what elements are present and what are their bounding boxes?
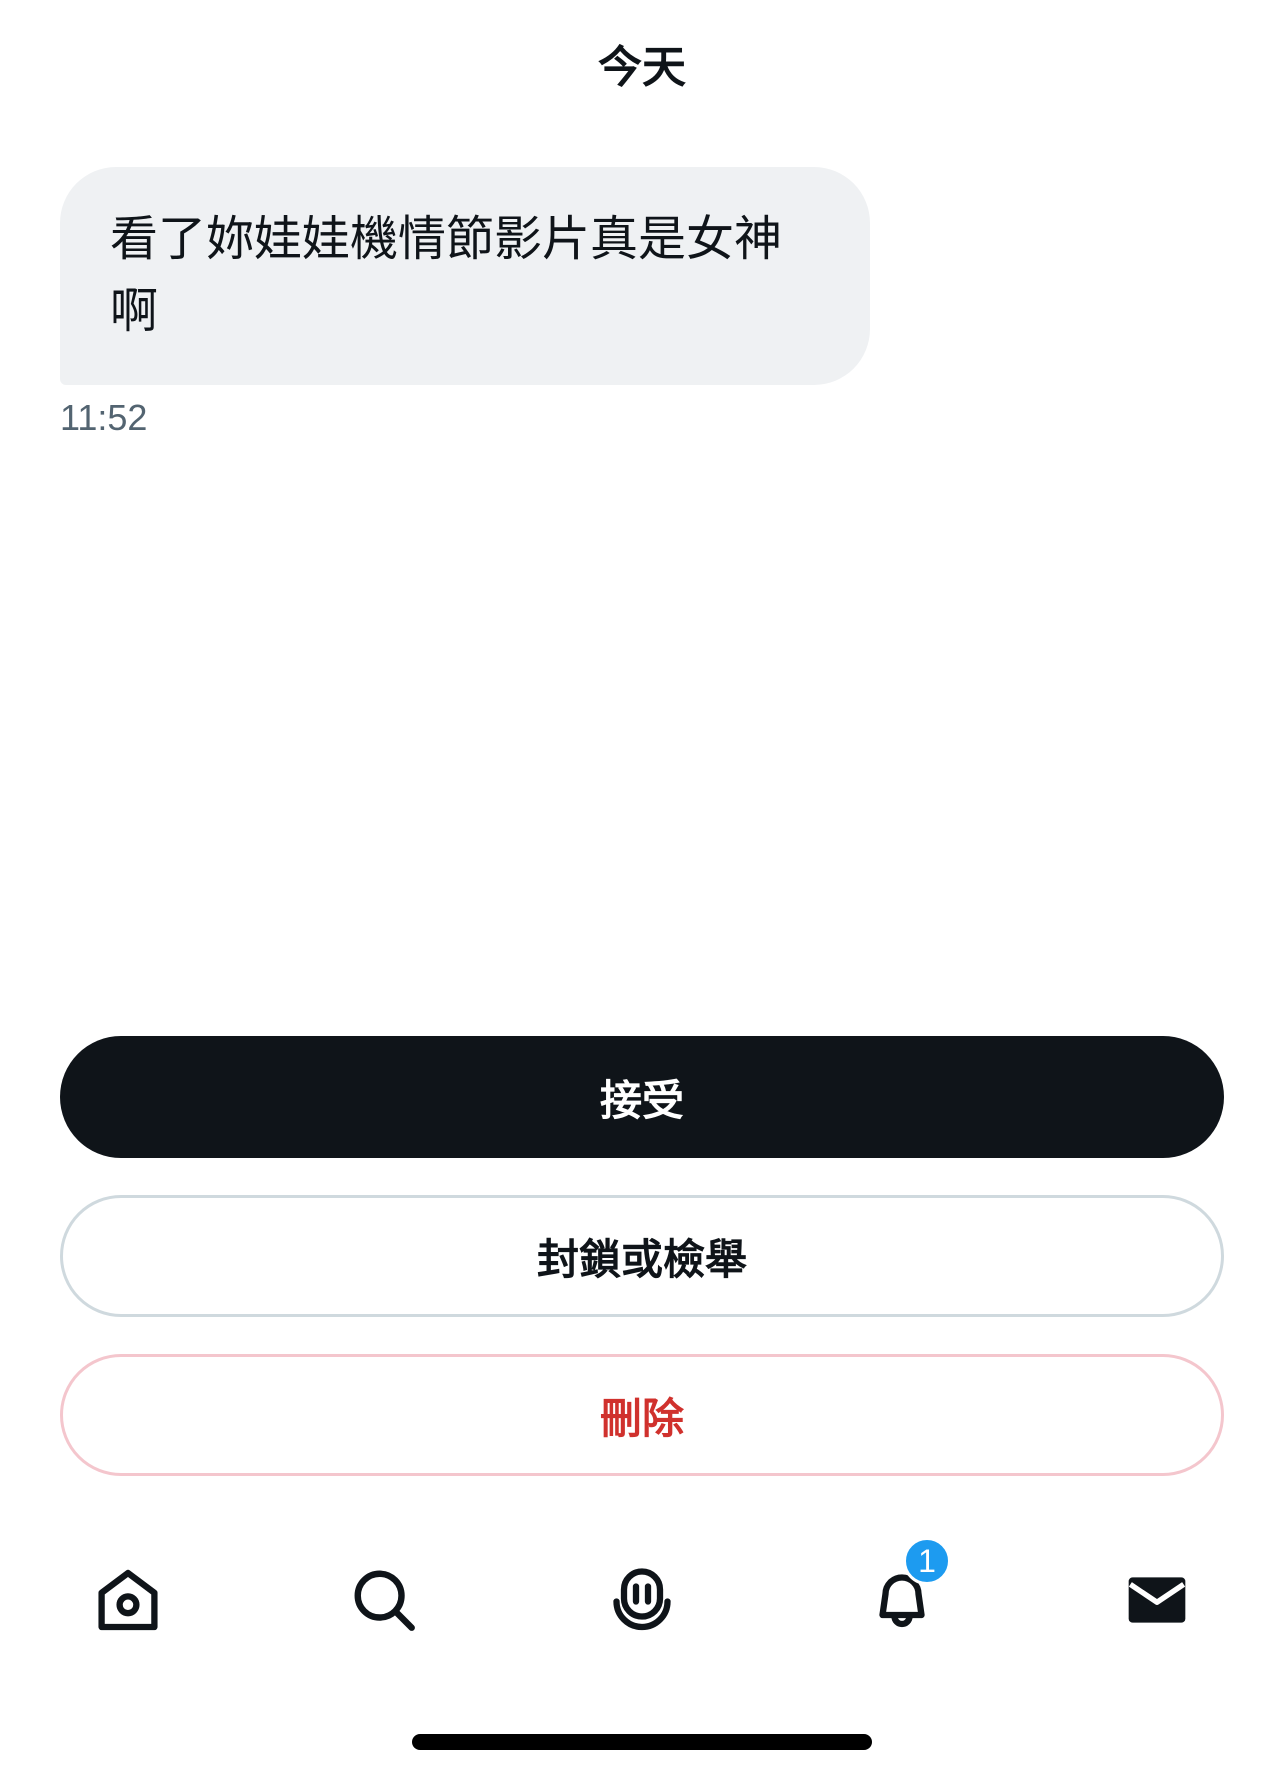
home-icon — [92, 1564, 164, 1636]
notification-badge: 1 — [903, 1537, 951, 1585]
search-icon — [349, 1565, 419, 1635]
tab-messages[interactable] — [1112, 1555, 1202, 1645]
tab-notifications[interactable]: 1 — [857, 1537, 951, 1645]
message-timestamp: 11:52 — [60, 397, 148, 438]
home-indicator — [412, 1734, 872, 1750]
delete-button[interactable]: 刪除 — [60, 1354, 1224, 1476]
tab-home[interactable] — [83, 1555, 173, 1645]
block-or-report-button[interactable]: 封鎖或檢舉 — [60, 1195, 1224, 1317]
tab-search[interactable] — [339, 1555, 429, 1645]
tab-spaces[interactable] — [597, 1555, 687, 1645]
accept-button[interactable]: 接受 — [60, 1036, 1224, 1158]
spaces-icon — [606, 1564, 678, 1636]
bottom-tab-bar: 1 — [0, 1537, 1284, 1645]
mail-icon — [1123, 1566, 1191, 1634]
message-bubble[interactable]: 看了妳娃娃機情節影片真是女神啊 — [60, 167, 870, 385]
date-header: 今天 — [598, 42, 686, 93]
